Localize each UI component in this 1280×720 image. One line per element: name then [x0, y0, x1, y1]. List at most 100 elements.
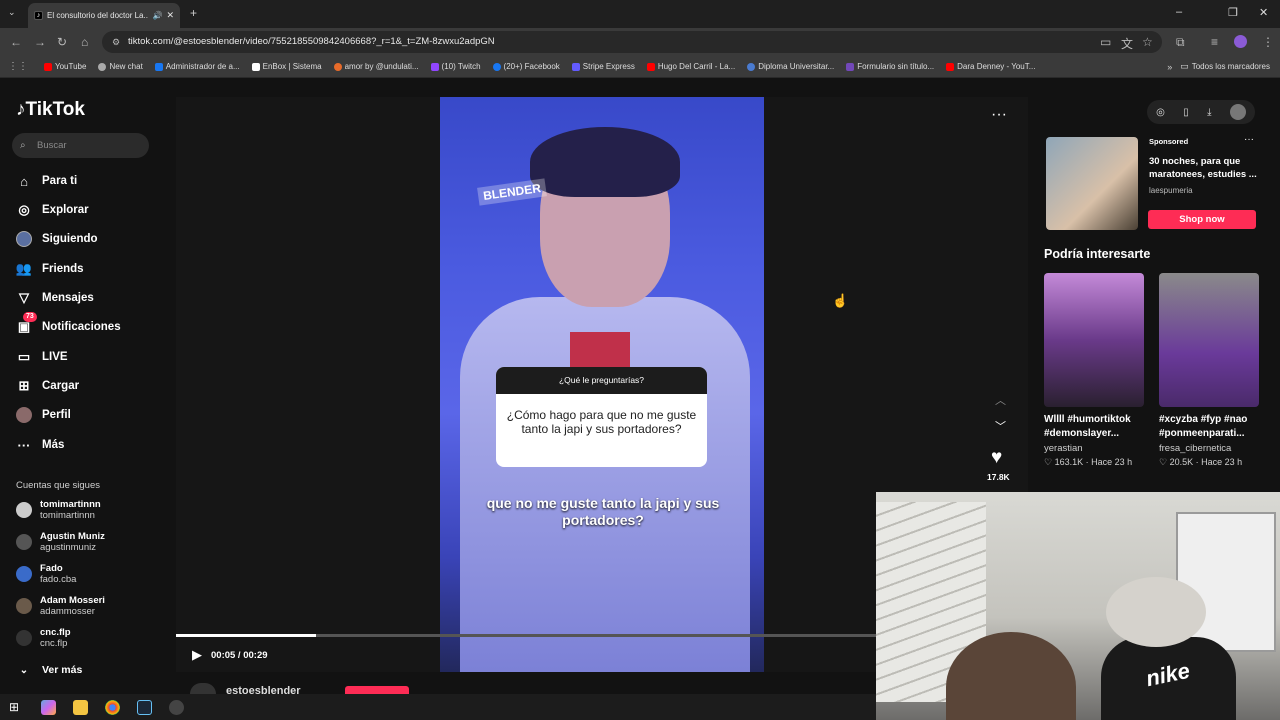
restore-icon[interactable]: ❐: [1228, 6, 1238, 19]
recommended-video[interactable]: Wllll #humortiktok #demonslayer... yeras…: [1044, 273, 1144, 468]
steam-icon[interactable]: [137, 699, 152, 715]
translate-icon[interactable]: 文: [1121, 35, 1133, 52]
coins-icon[interactable]: ◎: [1156, 107, 1165, 118]
obs-icon[interactable]: [169, 699, 184, 715]
creator-avatar[interactable]: [190, 683, 216, 694]
meta-icon: [154, 62, 163, 71]
upload-icon: ⊞: [18, 378, 30, 393]
close-window-icon[interactable]: ✕: [1259, 6, 1268, 19]
diploma-icon: [747, 62, 756, 71]
cast-icon[interactable]: ▭: [1100, 35, 1111, 49]
nav-explorar[interactable]: ◎ Explorar: [16, 202, 88, 218]
bookmark-item[interactable]: Formulario sin título...: [846, 62, 934, 71]
bookmark-item[interactable]: Dara Denney - YouT...: [946, 62, 1035, 71]
windows-taskbar: ⊞: [0, 694, 876, 720]
bookmark-item[interactable]: New chat: [98, 62, 143, 71]
video-caption: Wllll #humortiktok #demonslayer...: [1044, 414, 1131, 439]
bookmark-item[interactable]: (20+) Facebook: [492, 62, 560, 71]
follow-button[interactable]: [345, 686, 409, 694]
file-explorer-icon[interactable]: [73, 699, 88, 715]
followed-account[interactable]: Agustin Muniz agustinmuniz: [16, 531, 105, 553]
messages-icon: ▽: [19, 290, 29, 305]
video-red-shirt: [570, 332, 630, 372]
previous-video-icon[interactable]: ︿: [995, 392, 1006, 408]
copilot-icon[interactable]: [41, 699, 56, 715]
youtube-icon: [646, 62, 655, 71]
ad-title[interactable]: 30 noches, para que maratonees, estudies…: [1149, 155, 1259, 181]
avatar: [16, 566, 32, 582]
video-meta: ♡ 163.1K · Hace 23 h: [1044, 457, 1133, 467]
address-bar[interactable]: ⚙ tiktok.com/@estoesblender/video/755218…: [102, 31, 1162, 53]
nav-para-ti[interactable]: ⌂ Para ti: [16, 173, 77, 189]
nav-mensajes[interactable]: ▽ Mensajes: [16, 290, 94, 306]
more-options-icon[interactable]: ···: [991, 106, 1007, 124]
recommended-video[interactable]: #xcyzba #fyp #nao #ponmeenparati... fres…: [1159, 273, 1259, 468]
bookmark-item[interactable]: Diploma Universitar...: [747, 62, 834, 71]
tab-close-icon[interactable]: ✕: [166, 10, 174, 21]
extensions-icon[interactable]: ⧉: [1176, 35, 1185, 50]
reading-list-icon[interactable]: ≡: [1211, 35, 1218, 49]
video-author[interactable]: fresa_cibernetica: [1159, 443, 1259, 454]
profile-avatar-icon[interactable]: [1234, 35, 1247, 48]
nav-perfil[interactable]: Perfil: [16, 407, 71, 423]
search-input[interactable]: ⌕ Buscar: [12, 133, 149, 158]
bookmark-item[interactable]: Administrador de a...: [154, 62, 240, 71]
heart-icon[interactable]: ♥: [991, 447, 1002, 469]
browser-menu-icon[interactable]: ⋮: [1262, 35, 1274, 49]
bookmark-star-icon[interactable]: ☆: [1142, 35, 1153, 49]
download-icon[interactable]: ⤓: [1207, 107, 1211, 118]
browser-toolbar: ← → ↻ ⌂ ⚙ tiktok.com/@estoesblender/vide…: [0, 28, 1280, 56]
nav-notificaciones[interactable]: ▣ 73 Notificaciones: [16, 312, 121, 335]
user-avatar[interactable]: [1229, 104, 1246, 120]
followed-account[interactable]: tomimartinnn tomimartinnn: [16, 499, 101, 521]
tiktok-logo[interactable]: ♪TikTok: [16, 99, 85, 121]
all-bookmarks-button[interactable]: ▭ Todos los marcadores: [1180, 61, 1270, 72]
home-browser-icon[interactable]: ⌂: [81, 35, 88, 49]
video-watermark: BLENDER: [477, 178, 547, 206]
back-icon[interactable]: ←: [10, 35, 22, 49]
browser-tab-active[interactable]: ♪ El consultorio del doctor La... 🔊 ✕: [28, 3, 180, 28]
next-video-icon[interactable]: ﹀: [995, 418, 1006, 434]
nav-cargar[interactable]: ⊞ Cargar: [16, 378, 80, 394]
bookmarks-overflow-icon[interactable]: »: [1167, 62, 1172, 72]
bookmark-item[interactable]: EnBox | Sistema: [251, 62, 322, 71]
video-progress-bar[interactable]: [176, 634, 876, 637]
followed-account[interactable]: cnc.flp cnc.flp: [16, 627, 71, 649]
bookmark-item[interactable]: (10) Twitch: [430, 62, 481, 71]
bookmark-item[interactable]: Stripe Express: [571, 62, 635, 71]
see-more-button[interactable]: ⌄ Ver más: [16, 662, 83, 678]
forward-icon[interactable]: →: [34, 35, 46, 49]
ad-brand[interactable]: laespumeria: [1149, 186, 1193, 195]
followed-account[interactable]: Fado fado.cba: [16, 563, 76, 585]
shop-now-button[interactable]: Shop now: [1148, 210, 1256, 229]
windows-start-icon[interactable]: ⊞: [9, 700, 24, 715]
bookmark-item[interactable]: Hugo Del Carril - La...: [646, 62, 735, 71]
play-icon[interactable]: ▶: [192, 647, 202, 663]
bookmark-item[interactable]: amor by @undulati...: [333, 62, 419, 71]
site-info-icon[interactable]: ⚙: [112, 31, 120, 53]
chrome-icon[interactable]: [105, 699, 120, 715]
followed-account[interactable]: Adam Mosseri adammosser: [16, 595, 105, 617]
nav-friends[interactable]: 👥 Friends: [16, 261, 84, 277]
minimize-icon[interactable]: –: [1176, 6, 1182, 18]
nav-siguiendo[interactable]: Siguiendo: [16, 231, 98, 247]
search-placeholder: Buscar: [37, 140, 67, 151]
bookmark-item[interactable]: YouTube: [44, 62, 86, 71]
video-thumbnail[interactable]: [1044, 273, 1144, 407]
apps-grid-icon[interactable]: ⋮⋮: [8, 61, 28, 72]
ad-more-icon[interactable]: ···: [1244, 134, 1254, 145]
new-tab-icon[interactable]: +: [190, 6, 197, 20]
ad-thumbnail[interactable]: [1046, 137, 1138, 230]
device-icon[interactable]: ▯: [1183, 107, 1189, 118]
home-icon: ⌂: [20, 173, 28, 189]
speaker-icon[interactable]: 🔊: [152, 11, 162, 20]
video-thumbnail[interactable]: [1159, 273, 1259, 407]
video-author[interactable]: yerastian: [1044, 443, 1144, 454]
reload-icon[interactable]: ↻: [57, 35, 67, 49]
tab-list-icon[interactable]: ⌄: [8, 7, 16, 18]
webcam-overlay: nike: [876, 492, 1280, 720]
video-frame[interactable]: BLENDER ¿Qué le preguntarías? ¿Cómo hago…: [440, 97, 764, 672]
nav-mas[interactable]: ··· Más: [16, 437, 65, 453]
tiktok-favicon-icon: ♪: [34, 11, 43, 20]
nav-live[interactable]: ▭ LIVE: [16, 349, 68, 365]
